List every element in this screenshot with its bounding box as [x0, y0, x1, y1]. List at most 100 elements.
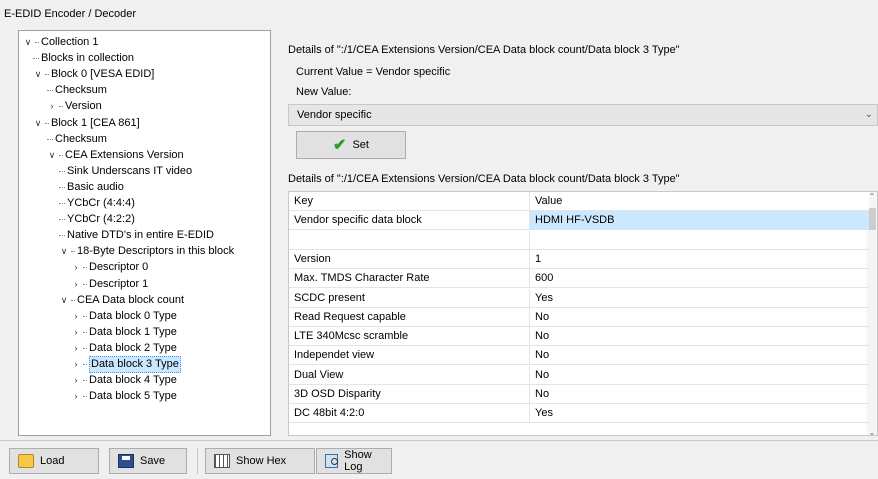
window-title: E-EDID Encoder / Decoder — [4, 8, 137, 20]
show-hex-button-label: Show Hex — [236, 455, 287, 467]
scroll-down-icon[interactable]: ⌄ — [867, 428, 877, 435]
tree-item[interactable]: ∨ CEA Data block count — [59, 293, 184, 308]
tree-item[interactable]: Native DTD's in entire E-EDID — [59, 228, 214, 243]
chevron-down-icon[interactable]: ∨ — [33, 67, 43, 82]
details-table[interactable]: ⌃ ⌄ Key Value Vendor specific data block HD… — [288, 191, 878, 436]
tree-connector — [59, 219, 65, 221]
load-button-label: Load — [40, 455, 65, 467]
table-row[interactable]: DC 48bit 4:2:0 Yes — [289, 404, 869, 424]
table-row[interactable]: 3D OSD Disparity No — [289, 385, 869, 404]
tree-item[interactable]: YCbCr (4:4:4) — [59, 196, 135, 211]
tree-connector — [83, 283, 87, 285]
tree-connector — [83, 315, 87, 317]
table-cell-key: Vendor specific data block — [294, 214, 422, 227]
table-row[interactable] — [289, 230, 869, 250]
column-header-key[interactable]: Key — [294, 195, 313, 207]
show-log-button-label: Show Log — [344, 449, 372, 473]
table-row[interactable]: Vendor specific data block HDMI HF-VSDB — [289, 211, 869, 231]
column-separator — [529, 269, 530, 289]
toolbar-divider — [0, 440, 878, 441]
chevron-right-icon[interactable]: › — [71, 341, 81, 356]
set-button-label: Set — [352, 139, 369, 151]
chevron-right-icon[interactable]: › — [71, 277, 81, 292]
tree-connector — [45, 74, 49, 76]
tree-item-label: Blocks in collection — [41, 52, 134, 65]
chevron-down-icon[interactable]: ∨ — [33, 116, 43, 131]
chevron-down-icon[interactable]: ∨ — [23, 35, 33, 50]
tree-item[interactable]: Basic audio — [59, 180, 124, 195]
chevron-right-icon[interactable]: › — [71, 357, 81, 372]
column-separator — [529, 385, 530, 404]
tree-item[interactable]: › Data block 2 Type — [71, 341, 177, 356]
tree-item[interactable]: › Data block 1 Type — [71, 325, 177, 340]
tree-item[interactable]: Checksum — [47, 83, 107, 98]
checkmark-icon: ✔ — [333, 137, 347, 154]
tree-item[interactable]: › Descriptor 1 — [71, 277, 149, 292]
new-value-select[interactable]: Vendor specific ⌄ — [288, 104, 878, 126]
table-row[interactable]: Dual View No — [289, 365, 869, 385]
tree-item[interactable]: Sink Underscans IT video — [59, 164, 192, 179]
chevron-right-icon[interactable]: › — [47, 99, 57, 114]
tree-item[interactable]: › Version — [47, 99, 102, 114]
tree-item-label: Block 0 [VESA EDID] — [51, 68, 155, 81]
set-button[interactable]: ✔ Set — [296, 131, 406, 159]
save-button[interactable]: Save — [109, 448, 187, 474]
details-path-label: Details of ":/1/CEA Extensions Version/C… — [288, 44, 680, 56]
tree-item[interactable]: ∨ Block 1 [CEA 861] — [33, 116, 140, 131]
chevron-right-icon[interactable]: › — [71, 389, 81, 404]
table-cell-key: Independet view — [294, 349, 375, 362]
show-log-button[interactable]: Show Log — [316, 448, 392, 474]
chevron-right-icon[interactable]: › — [71, 325, 81, 340]
column-header-value[interactable]: Value — [535, 195, 562, 207]
chevron-down-icon[interactable]: ∨ — [47, 148, 57, 163]
save-button-label: Save — [140, 455, 166, 467]
table-cell-value: Yes — [535, 291, 553, 304]
table-row[interactable]: Max. TMDS Character Rate 600 — [289, 269, 869, 289]
tree-item-label: Data block 2 Type — [89, 341, 177, 354]
tree-item[interactable]: Blocks in collection — [33, 51, 134, 66]
log-icon — [325, 454, 339, 468]
column-separator — [529, 211, 530, 231]
tree-item[interactable]: ∨ Block 0 [VESA EDID] — [33, 67, 155, 82]
column-separator — [529, 249, 530, 269]
chevron-right-icon[interactable]: › — [71, 373, 81, 388]
folder-icon — [18, 454, 34, 468]
tree-item[interactable]: ∨ CEA Extensions Version — [47, 148, 184, 163]
table-row[interactable]: Read Request capable No — [289, 307, 869, 327]
tree-item[interactable]: › Data block 4 Type — [71, 373, 177, 388]
show-hex-button[interactable]: Show Hex — [205, 448, 315, 474]
table-row[interactable]: Version 1 — [289, 249, 869, 269]
tree-item[interactable]: › Data block 0 Type — [71, 309, 177, 324]
chevron-down-icon[interactable]: ∨ — [59, 293, 69, 308]
chevron-down-icon: ⌄ — [864, 109, 873, 120]
tree-connector — [59, 203, 65, 204]
table-cell-value: Yes — [535, 407, 553, 420]
scroll-thumb[interactable] — [868, 208, 876, 230]
column-separator — [529, 230, 530, 250]
tree-item[interactable]: Checksum — [47, 132, 107, 147]
column-separator — [529, 327, 530, 347]
tree-item-label: Data block 3 Type — [89, 356, 181, 373]
chevron-down-icon[interactable]: ∨ — [59, 244, 69, 259]
tree-item[interactable]: › Descriptor 0 — [71, 260, 149, 275]
tree-item[interactable]: › Data block 5 Type — [71, 389, 177, 404]
table-cell-value: No — [535, 330, 550, 343]
tree-item[interactable]: ∨ 18-Byte Descriptors in this block — [59, 244, 234, 259]
table-row[interactable]: Independet view No — [289, 346, 869, 366]
tree-item[interactable]: › Data block 3 Type — [71, 356, 181, 373]
tree-item-label: Block 1 [CEA 861] — [51, 116, 140, 129]
tree-connector — [59, 106, 63, 108]
chevron-right-icon[interactable]: › — [71, 260, 81, 275]
tree-connector — [71, 251, 75, 253]
table-row[interactable]: SCDC present Yes — [289, 288, 869, 308]
tree-connector — [83, 396, 87, 398]
chevron-right-icon[interactable]: › — [71, 309, 81, 324]
load-button[interactable]: Load — [9, 448, 99, 474]
tree-panel[interactable]: ∨ Collection 1 Blocks in collection ∨ Block … — [18, 30, 271, 436]
table-row[interactable]: LTE 340Mcsc scramble No — [289, 327, 869, 347]
tree-item-label: CEA Extensions Version — [65, 148, 184, 161]
tree-item-label: Descriptor 1 — [89, 277, 149, 290]
table-cell-key: 3D OSD Disparity — [294, 388, 381, 400]
tree-item[interactable]: ∨ Collection 1 — [23, 35, 99, 50]
tree-item[interactable]: YCbCr (4:2:2) — [59, 212, 135, 227]
